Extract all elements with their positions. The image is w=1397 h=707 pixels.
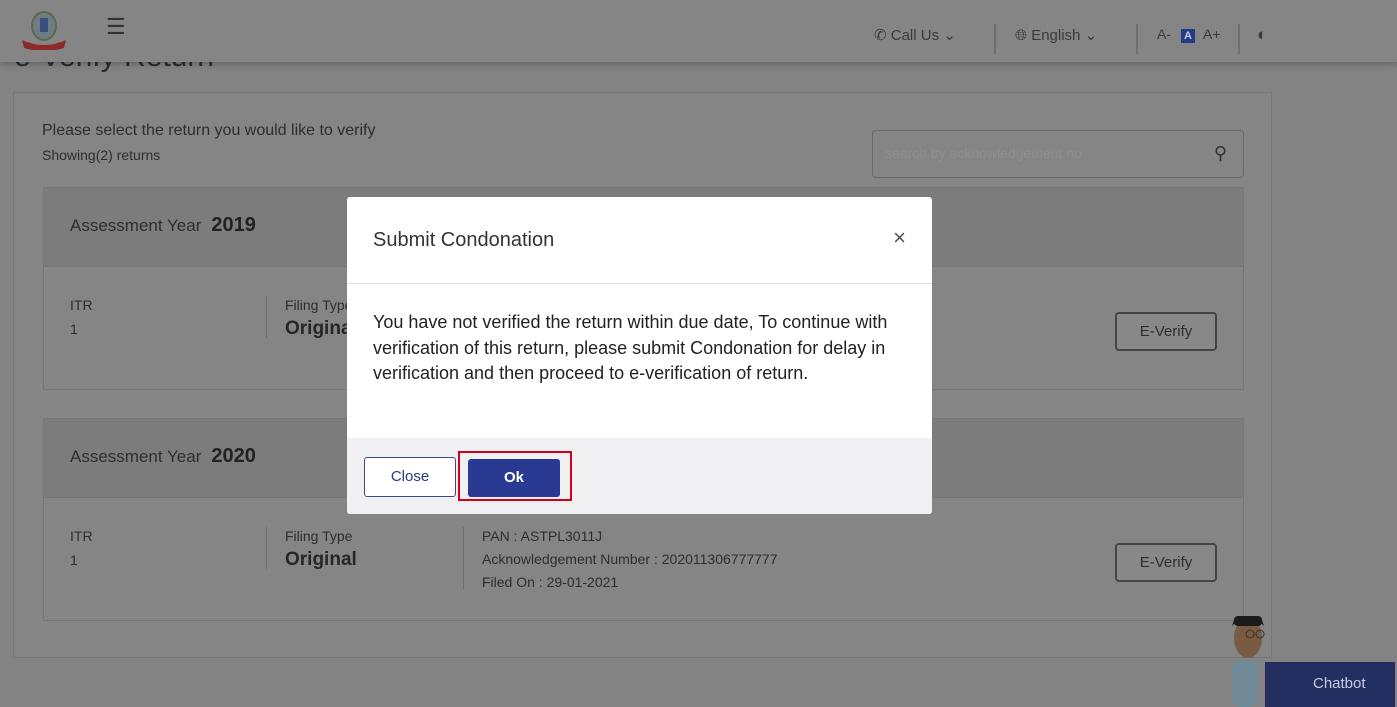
globe-icon: 🌐︎ <box>1015 27 1028 44</box>
itr-value: 1 <box>70 321 78 337</box>
pan: PAN : ASTPL3011J <box>482 528 603 544</box>
hamburger-menu-icon[interactable]: ☰ <box>106 14 126 40</box>
language-menu[interactable]: 🌐︎ English ⌄ <box>1015 26 1097 44</box>
ok-button[interactable]: Ok <box>468 459 560 497</box>
chevron-down-icon: ⌄ <box>1084 27 1098 44</box>
filing-type-label: Filing Type <box>285 297 353 313</box>
font-normal-button[interactable]: A <box>1181 29 1195 43</box>
chatbot-button[interactable]: Chatbot <box>1265 662 1395 707</box>
divider <box>266 527 267 569</box>
contrast-icon[interactable]: ◐ <box>1257 25 1267 45</box>
search-icon[interactable]: ⚲ <box>1214 143 1227 164</box>
search-input[interactable]: search by acknowledgement no ⚲ <box>872 130 1244 178</box>
chevron-down-icon: ⌄ <box>943 27 956 44</box>
logo-emblem[interactable] <box>20 10 68 50</box>
condonation-modal: Submit Condonation × You have not verifi… <box>347 197 932 514</box>
returns-count: Showing(2) returns <box>42 147 161 163</box>
modal-footer: Close Ok <box>347 438 932 514</box>
divider <box>994 24 996 54</box>
divider <box>1136 24 1138 54</box>
divider <box>463 527 464 589</box>
itr-label: ITR <box>70 528 93 544</box>
font-decrease-button[interactable]: A- <box>1157 26 1171 42</box>
itr-value: 1 <box>70 552 78 568</box>
filing-type-label: Filing Type <box>285 528 353 544</box>
phone-icon: ✆ <box>874 27 887 44</box>
highlight-box: Ok <box>458 451 572 501</box>
font-increase-button[interactable]: A+ <box>1203 26 1221 42</box>
acknowledgement-number: Acknowledgement Number : 202011306777777 <box>482 551 778 567</box>
select-prompt: Please select the return you would like … <box>42 122 376 139</box>
filing-type-value: Original <box>285 549 357 570</box>
close-button[interactable]: Close <box>364 457 456 497</box>
top-bar: ☰ ✆ Call Us ⌄ 🌐︎ English ⌄ A- A A+ ◐ <box>0 0 1397 62</box>
close-icon[interactable]: × <box>893 225 906 251</box>
itr-label: ITR <box>70 297 93 313</box>
call-us-menu[interactable]: ✆ Call Us ⌄ <box>874 26 956 44</box>
filed-on: Filed On : 29-01-2021 <box>482 574 619 590</box>
e-verify-button[interactable]: E-Verify <box>1115 312 1217 351</box>
chatbot-avatar[interactable] <box>1218 612 1273 707</box>
modal-message: You have not verified the return within … <box>373 312 888 383</box>
divider <box>266 296 267 338</box>
e-verify-button[interactable]: E-Verify <box>1115 543 1217 582</box>
divider <box>1238 24 1240 54</box>
modal-title: Submit Condonation <box>347 197 932 284</box>
